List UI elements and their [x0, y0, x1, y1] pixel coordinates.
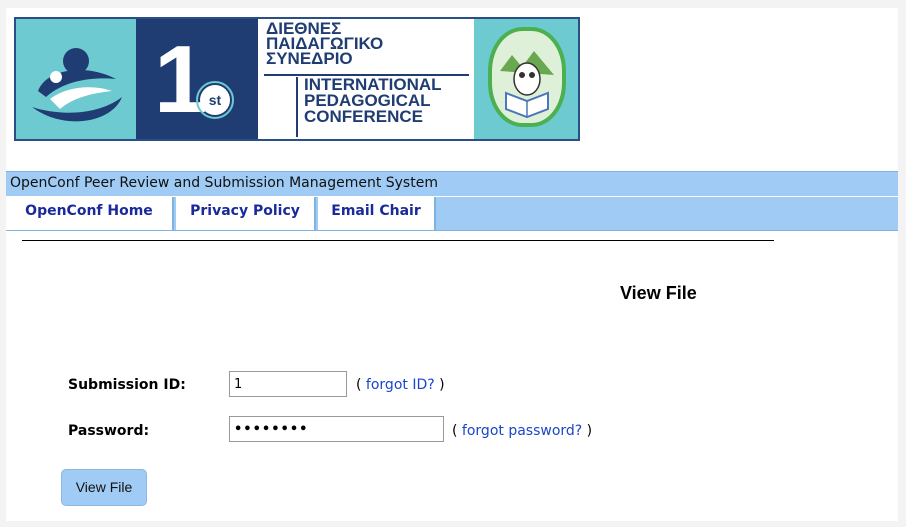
conference-banner: 1 st ΔΙΕΘΝΕΣ ΠΑΙΔΑΓΩΓΙΚΟ ΣΥΝΕΔΡΙΟ INTERN…: [14, 17, 580, 141]
ordinal-suffix: st: [200, 85, 230, 115]
page-border: [0, 0, 906, 8]
paren-close: ): [434, 377, 445, 393]
nav-link-openconf-home[interactable]: OpenConf Home: [6, 197, 174, 230]
password-label: Password:: [68, 423, 150, 439]
view-file-button[interactable]: View File: [61, 469, 147, 506]
greek-title-line: ΣΥΝΕΔΡΙΟ: [266, 49, 353, 68]
password-input[interactable]: [229, 416, 444, 442]
first-conference-badge: 1 st: [136, 19, 258, 139]
english-title: INTERNATIONAL PEDAGOGICAL CONFERENCE: [304, 76, 442, 126]
nav-link-email-chair[interactable]: Email Chair: [318, 197, 436, 230]
system-title: OpenConf Peer Review and Submission Mana…: [10, 175, 438, 191]
ordinal-number: 1: [154, 26, 208, 133]
owl-seal-icon: [488, 27, 566, 127]
society-seal-logo: [474, 19, 578, 139]
forgot-id-link[interactable]: forgot ID?: [366, 377, 435, 393]
greek-title: ΔΙΕΘΝΕΣ ΠΑΙΔΑΓΩΓΙΚΟ ΣΥΝΕΔΡΙΟ: [266, 20, 383, 68]
submission-id-input[interactable]: [229, 371, 347, 397]
paren-open: (: [452, 423, 462, 439]
nav-link-privacy-policy[interactable]: Privacy Policy: [176, 197, 316, 230]
paren-close: ): [582, 423, 593, 439]
forgot-id-hint: ( forgot ID? ): [356, 377, 445, 393]
page-title: View File: [620, 283, 697, 303]
horizontal-rule: [22, 240, 774, 241]
forgot-password-link[interactable]: forgot password?: [462, 423, 582, 439]
english-title-line: CONFERENCE: [304, 107, 424, 126]
nav-bar: OpenConf Home Privacy Policy Email Chair: [6, 197, 898, 231]
submission-id-label: Submission ID:: [68, 377, 186, 393]
page-border: [0, 521, 906, 527]
title-divider: [296, 77, 298, 137]
forgot-password-hint: ( forgot password? ): [452, 423, 592, 439]
system-title-bar: OpenConf Peer Review and Submission Mana…: [6, 171, 898, 196]
paren-open: (: [356, 377, 366, 393]
banner-title-block: ΔΙΕΘΝΕΣ ΠΑΙΔΑΓΩΓΙΚΟ ΣΥΝΕΔΡΙΟ INTERNATION…: [258, 19, 474, 139]
conference-emblem-logo: [16, 19, 136, 139]
page-border: [898, 0, 906, 527]
page-border: [0, 0, 6, 527]
